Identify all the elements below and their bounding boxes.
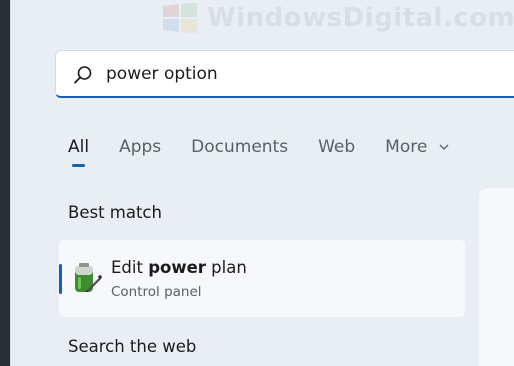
search-icon	[74, 66, 92, 84]
battery-power-plan-icon	[75, 263, 102, 292]
chevron-down-icon	[439, 144, 449, 150]
tab-label: All	[68, 137, 90, 157]
tab-label: Documents	[191, 137, 289, 157]
selection-indicator	[59, 264, 62, 294]
result-subtitle: Control panel	[111, 284, 202, 300]
search-query: power option	[106, 64, 218, 84]
best-match-result[interactable]: Edit power plan Control panel	[59, 240, 465, 317]
windows-logo-icon	[163, 3, 197, 33]
watermark: WindowsDigital.com	[161, 2, 514, 34]
tab-label: Web	[318, 137, 356, 157]
best-match-heading: Best match	[68, 203, 162, 222]
tab-more[interactable]: More	[385, 137, 449, 157]
tab-all[interactable]: All	[68, 137, 90, 167]
tab-documents[interactable]: Documents	[191, 137, 288, 157]
preview-pane	[479, 188, 514, 366]
search-the-web-heading: Search the web	[68, 337, 197, 356]
tab-label: More	[385, 137, 428, 157]
search-panel: WindowsDigital.com power option All Apps…	[10, 0, 514, 366]
result-title-match: power	[148, 258, 206, 277]
watermark-text: WindowsDigital.com	[207, 3, 514, 33]
tab-label: Apps	[119, 137, 162, 157]
search-input[interactable]: power option	[55, 50, 514, 98]
tab-apps[interactable]: Apps	[119, 137, 161, 157]
result-title: Edit power plan	[111, 258, 247, 277]
result-title-suffix: plan	[205, 258, 247, 277]
filter-tabs: All Apps Documents Web More	[68, 132, 479, 167]
result-title-prefix: Edit	[111, 258, 149, 277]
active-tab-indicator	[72, 164, 85, 167]
tab-web[interactable]: Web	[318, 137, 355, 157]
